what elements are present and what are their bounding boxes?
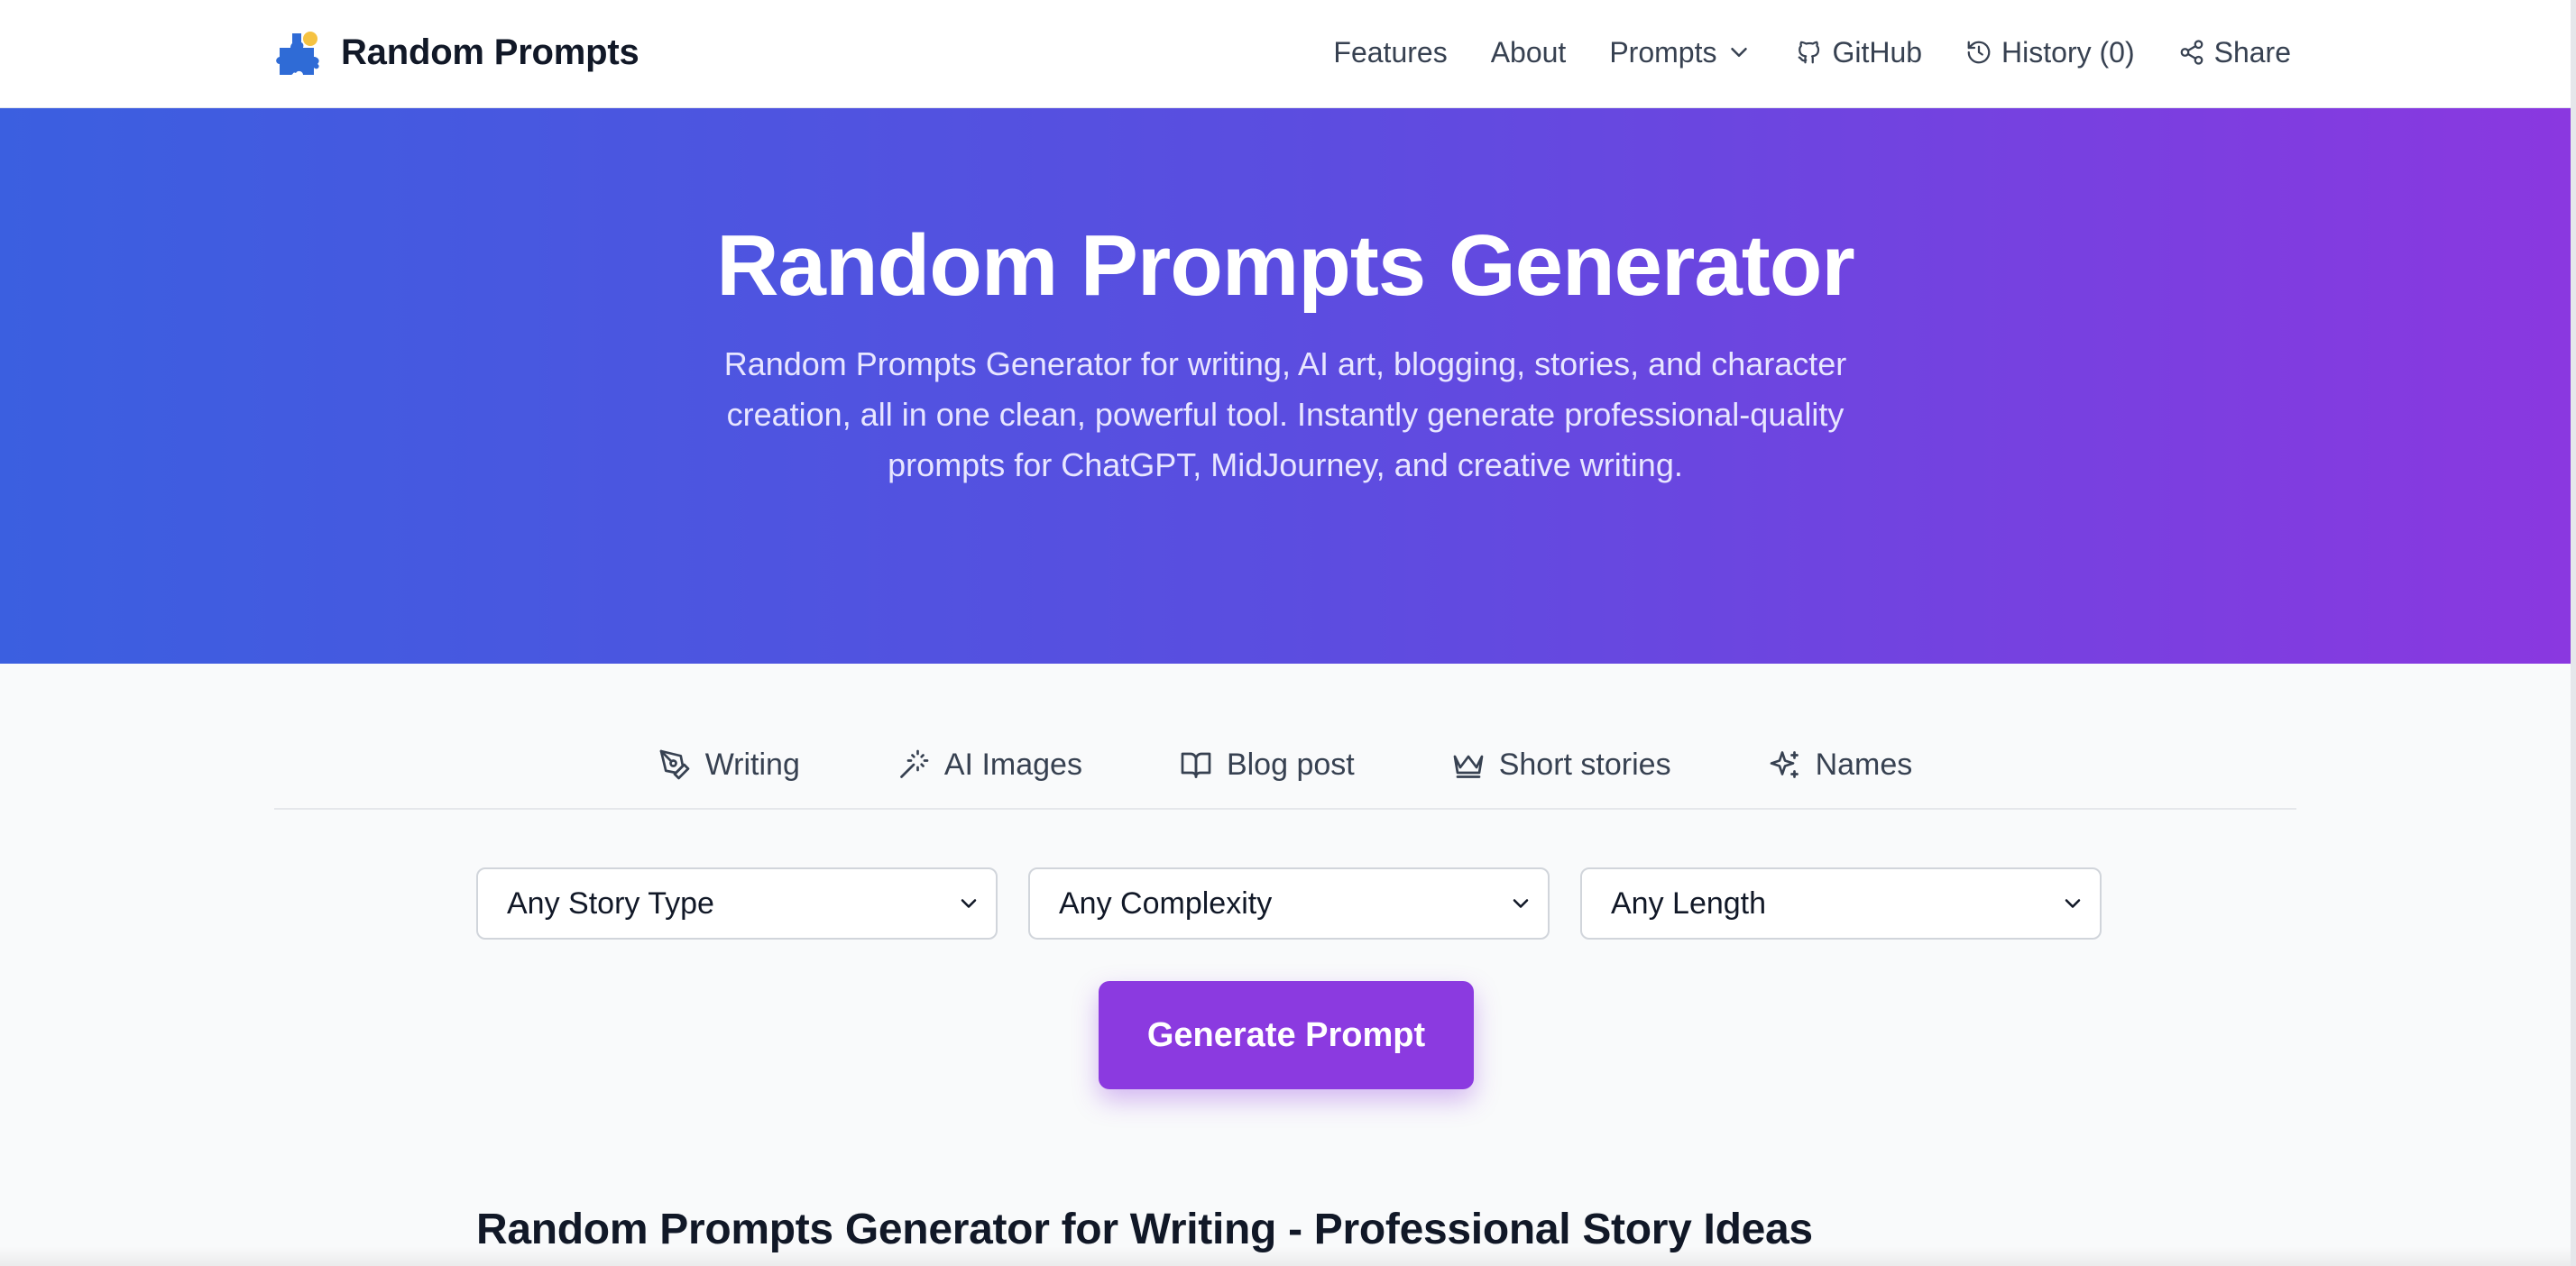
nav-features[interactable]: Features <box>1333 36 1447 69</box>
length-value: Any Length <box>1611 885 1767 921</box>
chevron-down-icon <box>961 899 977 908</box>
generate-prompt-label: Generate Prompt <box>1146 1015 1426 1054</box>
window-edge <box>2571 0 2576 1266</box>
brand-link[interactable]: Random Prompts <box>274 25 639 79</box>
share-icon <box>2180 40 2203 65</box>
sparkles-icon <box>1770 751 1799 778</box>
nav-history-label: History (0) <box>2001 35 2135 69</box>
tab-writing[interactable]: Writing <box>658 729 800 801</box>
hero-title: Random Prompts Generator <box>716 217 1855 314</box>
tab-ai-images-label: AI Images <box>943 747 1082 782</box>
github-icon <box>1799 41 1820 64</box>
tab-short-stories-label: Short stories <box>1498 747 1671 782</box>
tab-names-label: Names <box>1815 747 1913 782</box>
bottom-shadow <box>0 1246 2571 1266</box>
chevron-down-icon <box>1731 48 1748 57</box>
pen-icon <box>659 749 690 780</box>
filter-row: Any Story Type Any Complexity Any Length <box>476 867 2102 940</box>
complexity-select[interactable]: Any Complexity <box>1028 867 1550 940</box>
hero-banner: Random Prompts Generator Random Prompts … <box>0 108 2571 664</box>
nav-about[interactable]: About <box>1491 36 1567 69</box>
length-select[interactable]: Any Length <box>1580 867 2102 940</box>
nav-share[interactable]: Share <box>2178 36 2291 69</box>
nav-github-label: GitHub <box>1832 35 1923 69</box>
story-type-select[interactable]: Any Story Type <box>476 867 998 940</box>
story-type-value: Any Story Type <box>507 885 714 921</box>
chevron-down-icon <box>2065 899 2081 908</box>
nav-github[interactable]: GitHub <box>1796 36 1922 69</box>
complexity-value: Any Complexity <box>1059 885 1273 921</box>
chevron-down-icon <box>1513 899 1529 908</box>
book-icon <box>1181 752 1211 778</box>
nav-about-label: About <box>1490 35 1567 69</box>
category-tabs: Writing AI Images Blog post Short storie… <box>274 729 2296 810</box>
nav-features-label: Features <box>1333 35 1448 69</box>
page: Random Prompts Features About Prompts Gi… <box>0 0 2576 1266</box>
brand-title: Random Prompts <box>341 32 639 72</box>
hero-subtitle: Random Prompts Generator for writing, AI… <box>723 345 1847 483</box>
nav-prompts-label: Prompts <box>1609 35 1717 69</box>
nav-prompts-dropdown[interactable]: Prompts <box>1609 36 1753 69</box>
nav-history[interactable]: History (0) <box>1965 36 2135 69</box>
tab-blog-post[interactable]: Blog post <box>1180 729 1355 801</box>
tab-ai-images[interactable]: AI Images <box>897 729 1082 801</box>
tab-blog-post-label: Blog post <box>1226 747 1355 782</box>
crown-icon <box>1453 755 1484 778</box>
tab-names[interactable]: Names <box>1769 729 1913 801</box>
tab-short-stories[interactable]: Short stories <box>1452 729 1671 801</box>
tab-writing-label: Writing <box>704 747 800 782</box>
top-navbar: Random Prompts Features About Prompts Gi… <box>0 0 2571 108</box>
main-nav: Features About Prompts GitHub History (0… <box>1333 27 2291 78</box>
history-icon <box>1967 41 1991 64</box>
nav-share-label: Share <box>2213 35 2291 69</box>
generate-prompt-button[interactable]: Generate Prompt <box>1099 981 1474 1089</box>
magic-wand-icon <box>900 749 929 778</box>
puzzle-icon <box>276 32 319 75</box>
